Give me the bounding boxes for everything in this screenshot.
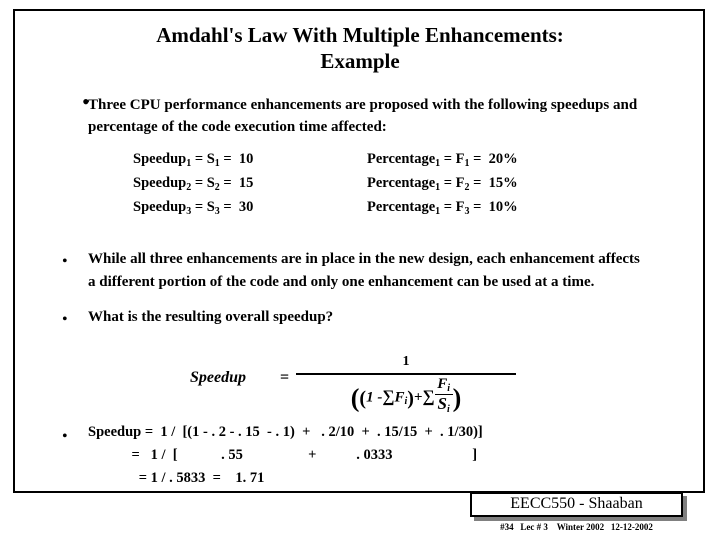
bullet-text-3: What is the resulting overall speedup? — [88, 309, 334, 325]
speedup-formula: Speedup = 1 ((1 -∑Fi)+∑ Fi Si) — [190, 352, 520, 415]
footer-meta: #34 Lec # 3 Winter 2002 12-12-2002 — [500, 522, 653, 532]
formula-numerator: 1 — [402, 354, 410, 369]
slide: Amdahl's Law With Multiple Enhancements:… — [0, 0, 720, 540]
calc-line-2: = 1 / [ . 55 + . 0333 ] — [88, 447, 478, 463]
table-cell-percentage: Percentage1 = F1 = 20% — [367, 151, 518, 169]
title-line-2: Example — [320, 49, 400, 73]
calc-line-1: Speedup = 1 / [(1 - . 2 - . 15 - . 1) + … — [88, 424, 483, 440]
title-line-1: Amdahl's Law With Multiple Enhancements: — [156, 23, 564, 47]
bullet-marker-3: • — [62, 311, 68, 328]
table-cell-speedup: Speedup3 = S3 = 30 — [133, 199, 254, 217]
formula-label: Speedup — [190, 369, 246, 386]
table-row: Speedup3 = S3 = 30 Percentage1 = F3 = 10% — [133, 196, 518, 220]
table-cell-speedup: Speedup1 = S1 = 10 — [133, 151, 254, 169]
table-cell-speedup: Speedup2 = S2 = 15 — [133, 175, 254, 193]
bullet-text-2: While all three enhancements are in plac… — [88, 251, 640, 290]
formula-denominator: ((1 -∑Fi)+∑ Fi Si) — [350, 375, 462, 415]
bullet-text-4: Speedup = 1 / [(1 - . 2 - . 15 - . 1) + … — [88, 421, 678, 490]
formula-fraction-bar — [296, 373, 516, 375]
table-row: Speedup2 = S2 = 15 Percentage1 = F2 = 15% — [133, 172, 518, 196]
bullet-marker-4: • — [62, 428, 68, 445]
enhancement-table: Speedup1 = S1 = 10 Percentage1 = F1 = 20%… — [133, 148, 518, 220]
formula-inner-fraction: Fi Si — [434, 376, 453, 415]
bullet-marker-2: • — [62, 253, 68, 270]
formula-fraction: 1 ((1 -∑Fi)+∑ Fi Si) — [296, 352, 516, 415]
bullet-text-1: Three CPU performance enhancements are p… — [88, 97, 638, 135]
table-cell-percentage: Percentage1 = F3 = 10% — [367, 199, 518, 217]
calc-line-3: = 1 / . 5833 = 1. 71 — [88, 470, 265, 486]
table-row: Speedup1 = S1 = 10 Percentage1 = F1 = 20% — [133, 148, 518, 172]
formula-equals: = — [280, 369, 290, 386]
page-title: Amdahl's Law With Multiple Enhancements:… — [60, 22, 660, 74]
footer-title: EECC550 - Shaaban — [510, 495, 643, 512]
table-cell-percentage: Percentage1 = F2 = 15% — [367, 175, 518, 193]
